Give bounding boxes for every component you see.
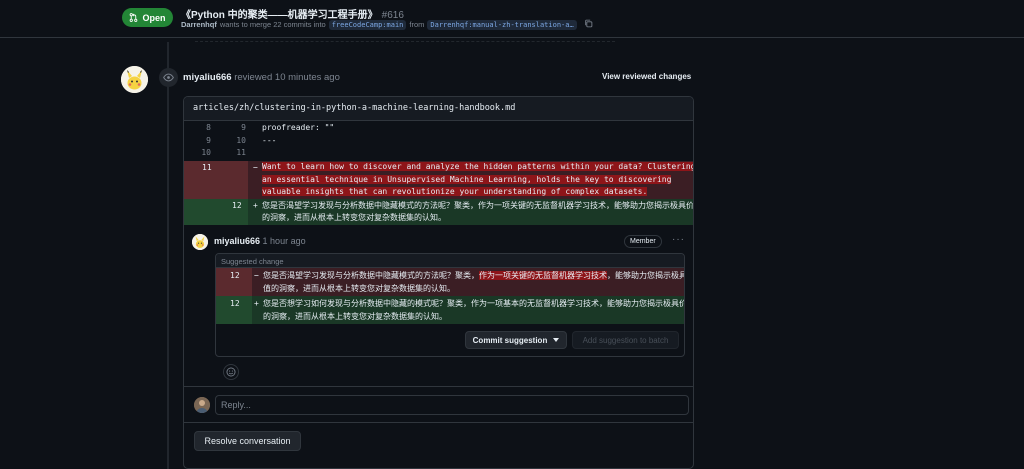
old-text: ，能够助力您揭示极具价	[607, 271, 684, 280]
head-branch[interactable]: Darrenhqf:manual-zh-translation-a…	[427, 19, 577, 30]
diff-line: 9 10 ---	[184, 135, 693, 148]
divider	[184, 386, 693, 387]
comment-time[interactable]: 1 hour ago	[263, 236, 306, 246]
deleted-text: an essential technique in Unsupervised M…	[262, 174, 672, 184]
suggested-change-header: Suggested change	[216, 254, 684, 268]
old-line-number: 8	[206, 123, 211, 132]
comment-header: miyaliu666 1 hour ago	[214, 236, 306, 246]
pull-request-icon	[130, 13, 138, 22]
diff-file-path[interactable]: articles/zh/clustering-in-python-a-machi…	[184, 97, 693, 121]
pr-from-text: from	[409, 20, 425, 29]
comment-author-avatar[interactable]	[192, 234, 208, 250]
deleted-line: an essential technique in Unsupervised M…	[262, 174, 672, 184]
review-action: reviewed	[234, 72, 273, 83]
new-line-number: 12	[230, 299, 240, 308]
reviewer-avatar[interactable]	[121, 66, 148, 93]
addition-sign: +	[253, 201, 258, 211]
add-reaction-button[interactable]	[223, 364, 239, 380]
deleted-line: valuable insights that can revolutionize…	[262, 187, 648, 197]
eye-icon	[163, 73, 174, 82]
more-options-icon[interactable]: ···	[672, 234, 685, 245]
deleted-line: Want to learn how to discover and analyz…	[262, 162, 693, 172]
pr-author-link[interactable]: Darrenhqf	[181, 20, 217, 29]
addition-sign: +	[254, 299, 259, 308]
triangle-down-icon	[553, 338, 560, 342]
comment-author[interactable]: miyaliu666	[214, 236, 260, 246]
review-time[interactable]: 10 minutes ago	[275, 72, 340, 83]
new-line-number: 12	[232, 201, 242, 211]
current-user-avatar	[194, 397, 210, 413]
pr-sticky-header: Open 《Python 中的聚类——机器学习工程手册》 #616 Darrenh…	[0, 0, 1024, 38]
diff-added-block: 12 + 您是否渴望学习发现与分析数据中隐藏模式的方法呢？聚类，作为一项关键的无…	[184, 199, 694, 226]
suggestion-actions: Commit suggestion Add suggestion to batc…	[216, 324, 684, 355]
suggestion-deleted: 12 − 您是否渴望学习发现与分析数据中隐藏模式的方法呢？聚类，作为一项关键的无…	[216, 268, 684, 296]
review-header: miyaliu666 reviewed 10 minutes ago	[183, 72, 340, 83]
smiley-icon	[226, 367, 236, 377]
pr-state-label: Open	[142, 12, 166, 23]
deleted-text: Want to learn how to discover and analyz…	[262, 162, 693, 172]
deletion-sign: −	[254, 271, 259, 280]
new-line-number: 9	[241, 123, 246, 132]
base-branch[interactable]: freeCodeCamp:main	[328, 19, 407, 30]
pr-merge-text: wants to merge 22 commits into	[219, 20, 326, 29]
pr-meta: Darrenhqf wants to merge 22 commits into…	[181, 19, 593, 30]
pr-state-badge: Open	[122, 8, 173, 27]
review-thread: articles/zh/clustering-in-python-a-machi…	[183, 96, 694, 469]
deletion-sign: −	[253, 163, 258, 173]
code-line: ---	[262, 135, 277, 145]
old-line-number: 9	[206, 135, 211, 145]
divider	[184, 422, 693, 423]
resolve-conversation-button[interactable]: Resolve conversation	[194, 431, 301, 451]
old-text-highlight: 作为一项关键的无监督机器学习技术	[479, 271, 607, 280]
old-line-number: 10	[201, 148, 211, 158]
old-text: 您是否渴望学习发现与分析数据中隐藏模式的方法呢？聚类，	[263, 271, 479, 280]
old-line-number: 12	[230, 271, 240, 280]
added-line: 的洞察，进而从根本上转变您对复杂数据集的认知。	[262, 213, 446, 223]
diff-context: 8 9 proofreader: "" 9 10 --- 10 11	[184, 121, 693, 160]
added-line: 您是否渴望学习发现与分析数据中隐藏模式的方法呢？聚类，作为一项关键的无监督机器学…	[262, 201, 694, 211]
code-line: proofreader: ""	[262, 123, 335, 132]
scrolled-content-edge	[195, 38, 615, 42]
reply-input[interactable]	[215, 395, 689, 415]
suggestion-old-line: 您是否渴望学习发现与分析数据中隐藏模式的方法呢？聚类，作为一项关键的无监督机器学…	[263, 270, 684, 281]
suggestion-new-line: 的洞察，进而从根本上转变您对复杂数据集的认知。	[263, 312, 447, 321]
new-line-number: 11	[236, 148, 246, 158]
diff-deleted-block: 11 − Want to learn how to discover and a…	[184, 161, 693, 200]
diff-line: 10 11	[184, 147, 693, 160]
old-line-number: 11	[202, 163, 212, 173]
commit-suggestion-label: Commit suggestion	[472, 335, 548, 345]
deleted-gutter	[184, 161, 248, 200]
suggestion-added: 12 + 您是否想学习如何发现与分析数据中隐藏的模式呢？聚类，作为一项基本的无监…	[216, 296, 684, 324]
reviewer-name[interactable]: miyaliu666	[183, 72, 232, 83]
copy-icon[interactable]	[584, 19, 593, 30]
diff-line: 8 9 proofreader: ""	[184, 122, 693, 135]
review-eye-badge	[159, 68, 178, 87]
deleted-text: valuable insights that can revolutionize…	[262, 187, 648, 197]
suggested-change: Suggested change 12 − 您是否渴望学习发现与分析数据中隐藏模…	[215, 253, 685, 357]
suggestion-old-line: 值的洞察，进而从根本上转变您对复杂数据集的认知。	[263, 284, 455, 293]
add-suggestion-to-batch-button[interactable]: Add suggestion to batch	[572, 331, 679, 349]
member-badge: Member	[624, 235, 662, 248]
suggestion-new-line: 您是否想学习如何发现与分析数据中隐藏的模式呢？聚类，作为一项基本的无监督机器学习…	[263, 299, 685, 308]
timeline-line	[167, 42, 169, 469]
view-reviewed-changes-link[interactable]: View reviewed changes	[602, 72, 691, 81]
new-line-number: 10	[236, 135, 246, 145]
commit-suggestion-button[interactable]: Commit suggestion	[465, 331, 567, 349]
